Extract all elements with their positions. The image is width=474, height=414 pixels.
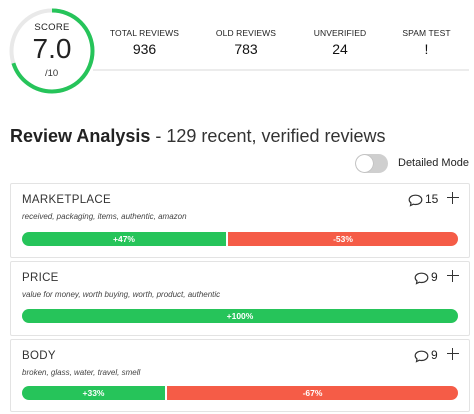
- sentiment-bar: +47% -53%: [22, 232, 458, 246]
- stat-total-reviews: TOTAL REVIEWS 936: [93, 10, 196, 69]
- category-title: BODY: [22, 350, 56, 362]
- positive-segment: +100%: [22, 309, 458, 323]
- stat-label: SPAM TEST: [402, 28, 451, 38]
- category-card-price: PRICE value for money, worth buying, wor…: [10, 261, 470, 336]
- category-keywords: value for money, worth buying, worth, pr…: [22, 290, 221, 299]
- stat-label: OLD REVIEWS: [215, 28, 277, 38]
- stat-value: 783: [234, 41, 258, 57]
- detailed-mode-toggle[interactable]: [355, 154, 388, 173]
- comment-count: 9: [431, 270, 438, 284]
- category-keywords: received, packaging, items, authentic, a…: [22, 212, 187, 221]
- score-denominator: /10: [45, 68, 59, 79]
- sentiment-bar: +100%: [22, 309, 458, 323]
- category-title: PRICE: [22, 272, 59, 284]
- comment-icon[interactable]: [414, 272, 429, 285]
- comment-count: 9: [431, 348, 438, 362]
- stat-unverified: UNVERIFIED 24: [296, 10, 384, 69]
- score-label: SCORE: [34, 22, 70, 33]
- detailed-mode-label: Detailed Mode: [398, 157, 469, 169]
- stat-value: !: [424, 41, 429, 57]
- expand-plus-icon[interactable]: [447, 348, 459, 360]
- score-ring: SCORE 7.0 /10: [9, 8, 95, 94]
- stat-label: UNVERIFIED: [313, 28, 367, 38]
- stat-label: TOTAL REVIEWS: [109, 28, 180, 38]
- sentiment-bar: +33% -67%: [22, 386, 458, 400]
- negative-segment: -67%: [167, 386, 458, 400]
- toggle-knob: [356, 155, 373, 172]
- stat-value: 24: [332, 41, 348, 57]
- expand-plus-icon[interactable]: [447, 270, 459, 282]
- negative-segment: -53%: [228, 232, 458, 246]
- comment-icon[interactable]: [414, 350, 429, 363]
- analysis-title-text: Review Analysis: [10, 126, 151, 146]
- stat-value: 936: [132, 41, 157, 57]
- stat-spam-test[interactable]: SPAM TEST !: [384, 10, 469, 69]
- stat-old-reviews: OLD REVIEWS 783: [196, 10, 296, 69]
- stats-bar: TOTAL REVIEWS 936 OLD REVIEWS 783 UNVERI…: [93, 10, 469, 71]
- comment-count: 15: [425, 192, 439, 206]
- positive-segment: +47%: [22, 232, 226, 246]
- category-card-marketplace: MARKETPLACE received, packaging, items, …: [10, 183, 470, 258]
- score-value: 7.0: [32, 33, 72, 64]
- comment-icon[interactable]: [408, 194, 423, 207]
- analysis-subtitle: - 129 recent, verified reviews: [150, 126, 386, 146]
- category-card-body: BODY broken, glass, water, travel, smell…: [10, 339, 470, 412]
- category-title: MARKETPLACE: [22, 194, 111, 206]
- analysis-title: Review Analysis - 129 recent, verified r…: [10, 126, 386, 147]
- category-keywords: broken, glass, water, travel, smell: [22, 368, 141, 377]
- positive-segment: +33%: [22, 386, 165, 400]
- expand-plus-icon[interactable]: [447, 192, 459, 204]
